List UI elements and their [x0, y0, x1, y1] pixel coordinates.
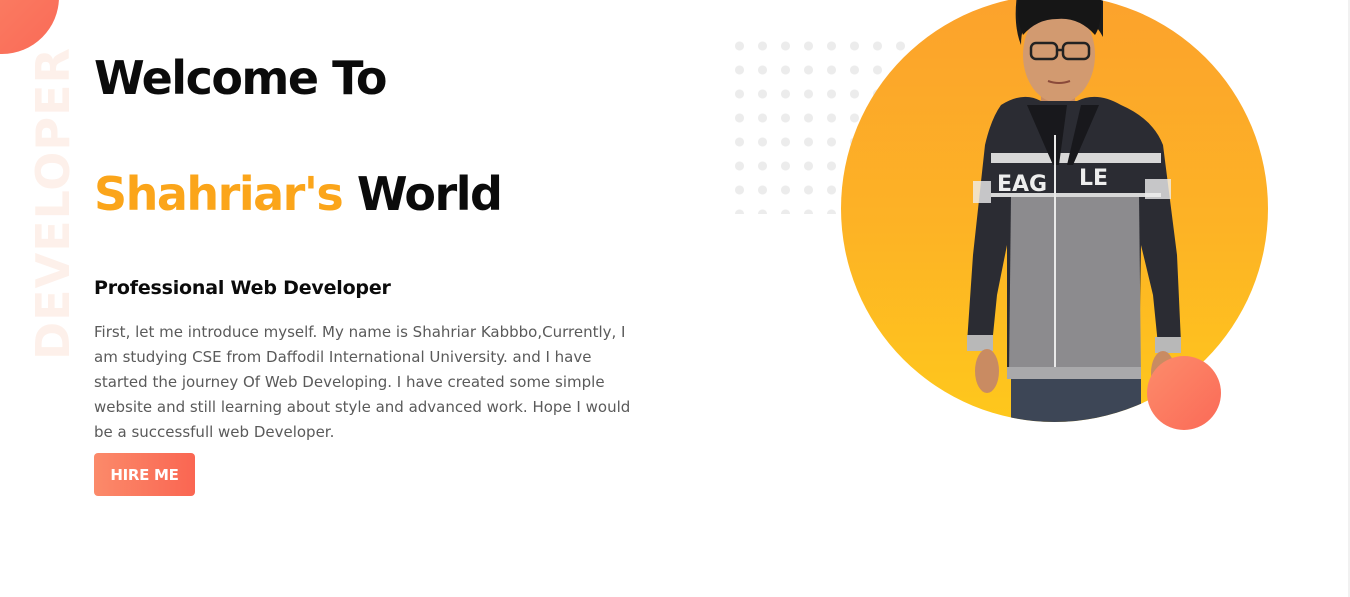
hero-name-rest: World — [356, 167, 503, 221]
shirt-print-right: LE — [1079, 166, 1108, 191]
role-subtitle: Professional Web Developer — [94, 277, 391, 299]
hire-me-button[interactable]: HIRE ME — [94, 453, 195, 496]
hero-title: Welcome To — [94, 51, 387, 105]
vertical-background-word: DEVELOPER — [26, 47, 80, 360]
hero-name-heading: Shahriar's World — [94, 164, 503, 224]
corner-decor-circle — [0, 0, 59, 54]
bio-paragraph: First, let me introduce myself. My name … — [94, 323, 631, 441]
small-decor-circle — [1147, 356, 1221, 430]
hero-section: DEVELOPER Welcome To Shahriar's World Pr… — [0, 0, 1350, 597]
shirt-print-left: EAG — [997, 172, 1047, 197]
profile-photo: EAG LE — [841, 0, 1268, 422]
hero-name-accent: Shahriar's — [94, 167, 344, 221]
